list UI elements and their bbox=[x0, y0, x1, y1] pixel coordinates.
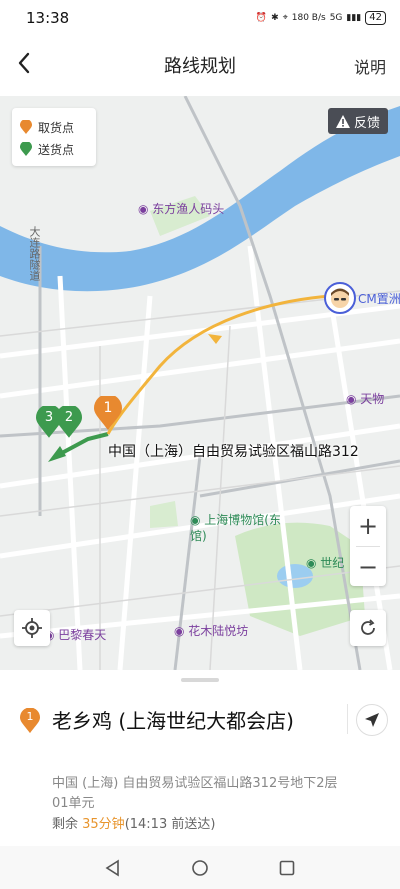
poi-paris[interactable]: ◉ 巴黎春天 bbox=[44, 626, 106, 643]
legend-pickup: 取货点 bbox=[20, 116, 88, 138]
network-speed: 180 B/s bbox=[291, 13, 326, 23]
status-bar: 13:38 ⏰ ✱ ⌖ 180 B/s 5G ▮▮▮ 42 bbox=[0, 0, 400, 36]
map-background bbox=[0, 96, 400, 670]
warning-icon bbox=[335, 114, 350, 128]
store-name: 老乡鸡 (上海世纪大都会店) bbox=[52, 709, 294, 733]
order-panel: 1 老乡鸡 (上海世纪大都会店) 中国 (上海) 自由贸易试验区福山路312号地… bbox=[0, 670, 400, 846]
drag-handle[interactable] bbox=[181, 678, 219, 682]
poi-cm[interactable]: CM置洲 bbox=[358, 290, 400, 307]
signal-icon: ▮▮▮ bbox=[346, 13, 362, 23]
locate-button[interactable] bbox=[14, 610, 50, 646]
poi-museum[interactable]: ◉ 上海博物馆(东馆) bbox=[190, 512, 290, 544]
explain-button[interactable]: 说明 bbox=[354, 54, 386, 78]
store-address: 中国 (上海) 自由贸易试验区福山路312号地下2层01单元 bbox=[52, 776, 338, 811]
map-address-label: 中国（上海）自由贸易试验区福山路312 bbox=[108, 444, 359, 460]
zoom-in-button[interactable]: + bbox=[350, 506, 386, 546]
store-index-number: 1 bbox=[26, 710, 34, 723]
back-icon[interactable] bbox=[10, 48, 40, 78]
poi-tunnel: 大连路隧道 bbox=[28, 226, 41, 281]
map-legend: 取货点 送货点 bbox=[12, 108, 96, 166]
status-time: 13:38 bbox=[26, 9, 70, 27]
remaining-suffix: (14:13 前送达) bbox=[124, 817, 216, 832]
remaining-minutes: 35分钟 bbox=[82, 817, 125, 832]
system-nav-bar bbox=[0, 846, 400, 889]
dropoff-marker-2[interactable]: 2 bbox=[56, 404, 82, 438]
poi-huamu[interactable]: ◉ 花木陆悦坊 bbox=[174, 622, 248, 639]
feedback-button[interactable]: 反馈 bbox=[327, 108, 388, 134]
remaining-prefix: 剩余 bbox=[52, 817, 83, 832]
network-type: 5G bbox=[329, 13, 343, 23]
store-index-marker: 1 bbox=[20, 707, 40, 734]
remaining-time: 剩余 35分钟(14:13 前送达) bbox=[52, 813, 215, 832]
pickup-pin-icon bbox=[20, 120, 32, 134]
divider bbox=[347, 704, 348, 734]
status-icons: ⏰ ✱ ⌖ 180 B/s 5G ▮▮▮ 42 bbox=[256, 11, 386, 25]
header-bar: 路线规划 说明 bbox=[0, 36, 400, 94]
rider-avatar[interactable] bbox=[324, 282, 356, 314]
nav-back-icon[interactable] bbox=[104, 859, 122, 877]
legend-dropoff: 送货点 bbox=[20, 138, 88, 160]
navigate-button[interactable] bbox=[356, 704, 388, 736]
battery-icon: 42 bbox=[365, 11, 386, 25]
nav-home-icon[interactable] bbox=[191, 859, 209, 877]
refresh-icon bbox=[361, 619, 375, 635]
pickup-marker[interactable]: 1 bbox=[94, 394, 122, 430]
poi-tianwu[interactable]: ◉ 天物 bbox=[346, 390, 384, 407]
legend-pickup-label: 取货点 bbox=[38, 120, 75, 135]
poi-shiji[interactable]: ◉ 世纪 bbox=[306, 554, 344, 571]
dropoff-pin-icon bbox=[20, 142, 32, 156]
poi-fisherman-wharf[interactable]: ◉ 东方渔人码头 bbox=[138, 200, 224, 217]
nav-recent-icon[interactable] bbox=[278, 859, 296, 877]
locate-icon bbox=[22, 618, 42, 638]
refresh-button[interactable] bbox=[350, 610, 386, 646]
dropoff-marker-2-number: 2 bbox=[64, 410, 74, 425]
zoom-out-button[interactable]: − bbox=[350, 547, 386, 587]
location-icon: ⌖ bbox=[282, 13, 288, 23]
feedback-label: 反馈 bbox=[353, 115, 380, 131]
legend-dropoff-label: 送货点 bbox=[38, 142, 75, 157]
zoom-control: + − bbox=[350, 506, 386, 586]
route-map[interactable]: 取货点 送货点 反馈 ◉ 东方渔人码头 大连路隧道 CM置洲 ◉ 天物 ◉ 上海… bbox=[0, 96, 400, 670]
bluetooth-icon: ✱ bbox=[271, 13, 279, 23]
alarm-icon: ⏰ bbox=[255, 13, 268, 23]
page-title: 路线规划 bbox=[164, 56, 236, 77]
navigate-icon bbox=[365, 713, 379, 727]
pickup-marker-number: 1 bbox=[103, 400, 113, 416]
app-root: 13:38 ⏰ ✱ ⌖ 180 B/s 5G ▮▮▮ 42 路线规划 说明 取货… bbox=[0, 0, 400, 889]
